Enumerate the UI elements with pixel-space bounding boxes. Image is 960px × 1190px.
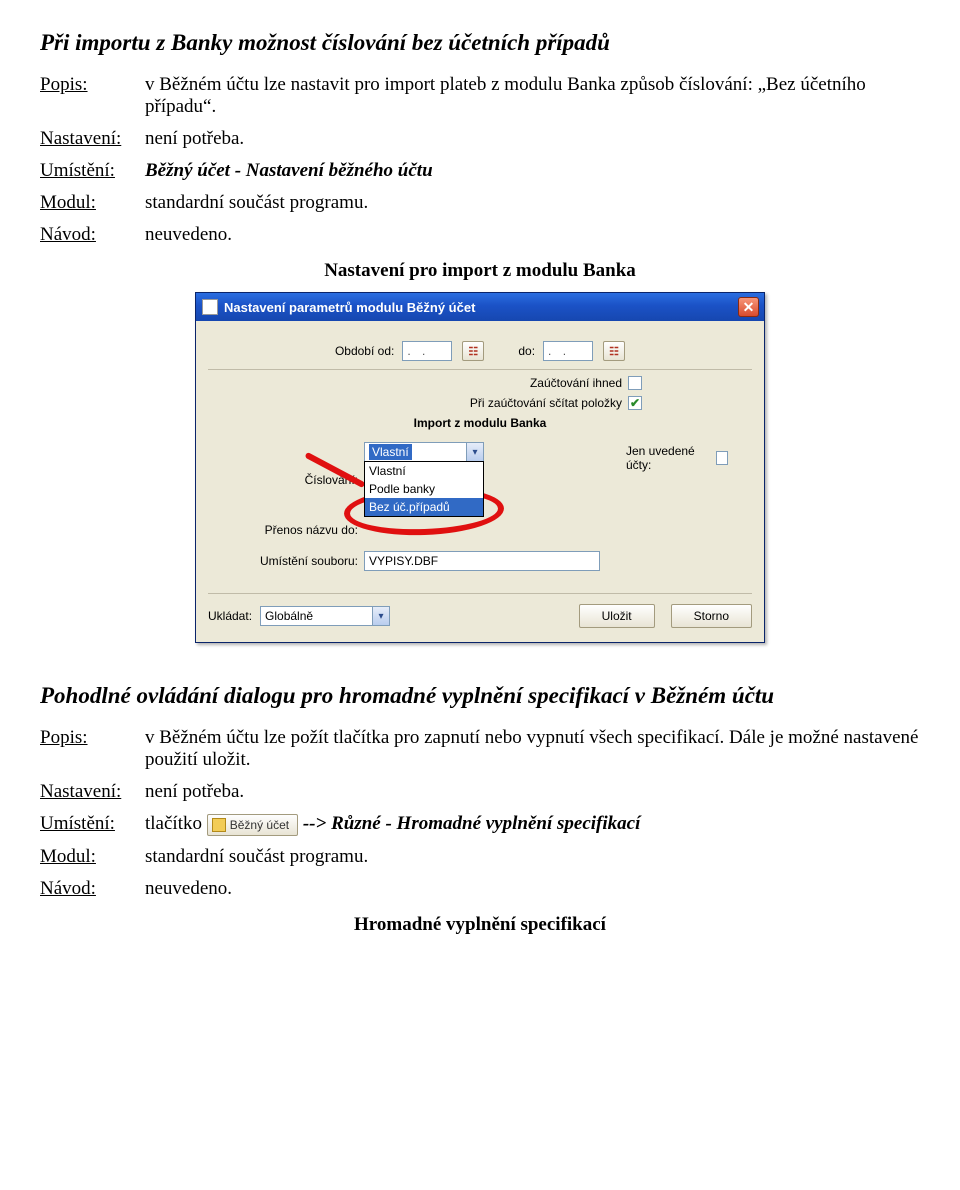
cislovani-dropdown[interactable]: Vlastní ▾ <box>364 442 484 462</box>
cislovani-selected: Vlastní <box>369 444 412 460</box>
umisteni-value: Běžný účet - Nastavení běžného účtu <box>145 160 920 182</box>
umisteni-label: Umístění: <box>40 160 145 182</box>
ukladat-label: Ukládat: <box>208 609 252 623</box>
nastaveni-label: Nastavení: <box>40 781 145 803</box>
umisteni-label: Umístění: <box>40 813 145 835</box>
cancel-button[interactable]: Storno <box>671 604 752 628</box>
section2-caption: Hromadné vyplnění specifikací <box>40 914 920 936</box>
calendar-icon-do[interactable]: ☷ <box>603 341 625 361</box>
popis-label: Popis: <box>40 727 145 749</box>
save-button[interactable]: Uložit <box>579 604 655 628</box>
modul-label: Modul: <box>40 192 145 214</box>
settings-dialog: Nastavení parametrů modulu Běžný účet ✕ … <box>195 292 765 643</box>
close-button[interactable]: ✕ <box>738 297 759 317</box>
obdobi-od-label: Období od: <box>335 344 394 358</box>
navod-label: Návod: <box>40 878 145 900</box>
chevron-down-icon: ▾ <box>372 607 389 625</box>
ukladat-dropdown[interactable]: Globálně ▾ <box>260 606 390 626</box>
folder-icon <box>212 818 226 832</box>
umisteni-prefix: tlačítko <box>145 813 202 834</box>
popis-value: v Běžném účtu lze požít tlačítka pro zap… <box>145 727 920 771</box>
umisteni-souboru-input[interactable]: VYPISY.DBF <box>364 551 600 571</box>
umisteni-souboru-label: Umístění souboru: <box>208 554 358 568</box>
bezny-ucet-label: Běžný účet <box>230 818 289 832</box>
close-icon: ✕ <box>743 300 755 314</box>
popis-value: v Běžném účtu lze nastavit pro import pl… <box>145 74 920 118</box>
chevron-down-icon: ▾ <box>466 443 483 461</box>
obdobi-do-label: do: <box>518 344 535 358</box>
modul-label: Modul: <box>40 846 145 868</box>
nastaveni-value: není potřeba. <box>145 781 920 803</box>
jen-ucty-label: Jen uvedené účty: <box>626 444 710 472</box>
scitat-label: Při zaúčtování sčítat položky <box>470 396 622 410</box>
dialog-app-icon <box>202 299 218 315</box>
umisteni-suffix: --> Různé - Hromadné vyplnění specifikac… <box>303 813 641 834</box>
nastaveni-value: není potřeba. <box>145 128 920 150</box>
zauctovani-ihned-checkbox[interactable] <box>628 376 642 390</box>
import-head: Import z modulu Banka <box>208 416 752 430</box>
modul-value: standardní součást programu. <box>145 846 920 868</box>
cislovani-option-2[interactable]: Bez úč.případů <box>365 498 483 516</box>
divider <box>208 593 752 594</box>
cislovani-option-1[interactable]: Podle banky <box>365 480 483 498</box>
obdobi-od-input[interactable]: . . <box>402 341 452 361</box>
cislovani-option-list: Vlastní Podle banky Bez úč.případů <box>364 461 484 517</box>
prenos-label: Přenos názvu do: <box>208 523 358 537</box>
scitat-checkbox[interactable]: ✔ <box>628 396 642 410</box>
navod-value: neuvedeno. <box>145 878 920 900</box>
section2-title: Pohodlné ovládání dialogu pro hromadné v… <box>40 683 920 709</box>
divider <box>208 369 752 370</box>
zauctovani-ihned-label: Zaúčtování ihned <box>530 376 622 390</box>
section1-title: Při importu z Banky možnost číslování be… <box>40 30 920 56</box>
dialog-titlebar: Nastavení parametrů modulu Běžný účet ✕ <box>196 293 764 321</box>
ukladat-selected: Globálně <box>265 609 313 623</box>
cislovani-label: Číslování: <box>208 473 358 487</box>
bezny-ucet-button[interactable]: Běžný účet <box>207 814 298 836</box>
obdobi-do-input[interactable]: . . <box>543 341 593 361</box>
navod-label: Návod: <box>40 224 145 246</box>
navod-value: neuvedeno. <box>145 224 920 246</box>
dialog-title: Nastavení parametrů modulu Běžný účet <box>224 300 475 315</box>
calendar-icon-od[interactable]: ☷ <box>462 341 484 361</box>
jen-ucty-checkbox[interactable] <box>716 451 728 465</box>
nastaveni-label: Nastavení: <box>40 128 145 150</box>
popis-label: Popis: <box>40 74 145 96</box>
cislovani-option-0[interactable]: Vlastní <box>365 462 483 480</box>
dialog-caption: Nastavení pro import z modulu Banka <box>40 260 920 282</box>
modul-value: standardní součást programu. <box>145 192 920 214</box>
umisteni-value: tlačítko Běžný účet --> Různé - Hromadné… <box>145 813 920 836</box>
